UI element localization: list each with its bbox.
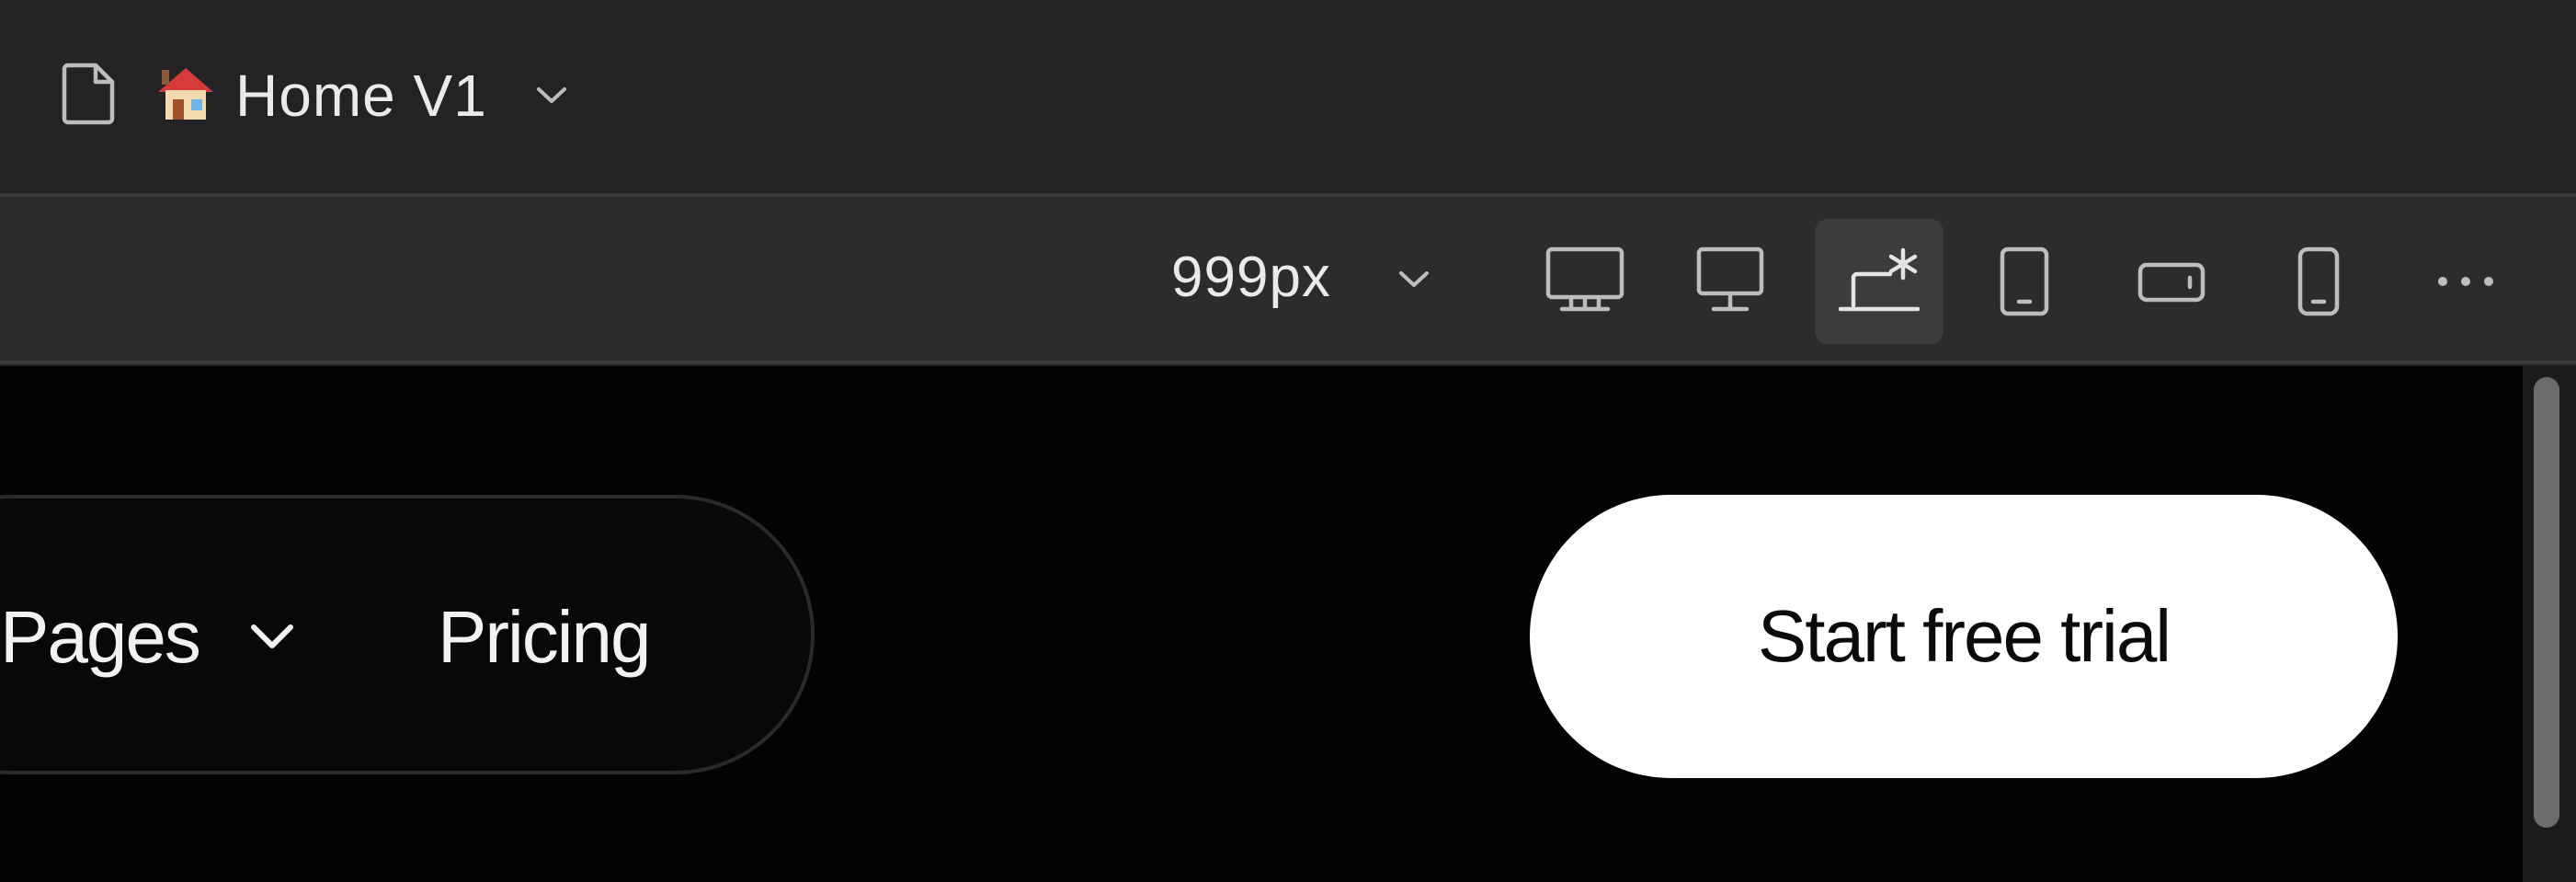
start-free-trial-button[interactable]: Start free trial <box>1530 495 2398 778</box>
editor-window: Home V1 999px Pages Pricing Start free t… <box>0 0 2576 882</box>
width-chevron-down-icon[interactable] <box>1396 267 1432 291</box>
breakpoint-desktop-large-button[interactable] <box>1521 219 1649 344</box>
file-icon <box>62 63 115 125</box>
toolbar-divider <box>0 361 2576 364</box>
pages-chevron-down-icon[interactable] <box>246 620 298 653</box>
breakpoint-desktop-button[interactable] <box>1666 219 1795 344</box>
page-bar: Home V1 <box>0 0 2576 197</box>
breakpoint-toolbar: 999px <box>0 197 2576 364</box>
phone-icon <box>2297 246 2340 316</box>
breakpoint-phone-button[interactable] <box>2254 219 2383 344</box>
nav-pricing-link[interactable]: Pricing <box>438 596 652 679</box>
page-title[interactable]: Home V1 <box>235 59 487 132</box>
breakpoint-tablet-landscape-button[interactable] <box>2107 219 2236 344</box>
desktop-icon <box>1696 246 1764 312</box>
breakpoint-laptop-custom-button[interactable] <box>1815 219 1943 344</box>
canvas-preview: Pages Pricing Start free trial <box>0 366 2523 882</box>
tablet-landscape-icon <box>2137 262 2206 303</box>
tablet-portrait-icon <box>2000 246 2049 316</box>
more-horizontal-icon <box>2438 277 2493 286</box>
canvas-width-value[interactable]: 999px <box>1171 241 1331 315</box>
house-emoji-icon <box>158 68 213 120</box>
breakpoint-tablet-portrait-button[interactable] <box>1960 219 2089 344</box>
canvas-scrollbar-thumb[interactable] <box>2534 377 2559 828</box>
chevron-down-icon[interactable] <box>533 83 570 107</box>
desktop-large-icon <box>1545 246 1624 312</box>
laptop-custom-icon <box>1838 247 1921 312</box>
nav-pages-link[interactable]: Pages <box>0 596 201 679</box>
more-options-button[interactable] <box>2401 219 2530 344</box>
